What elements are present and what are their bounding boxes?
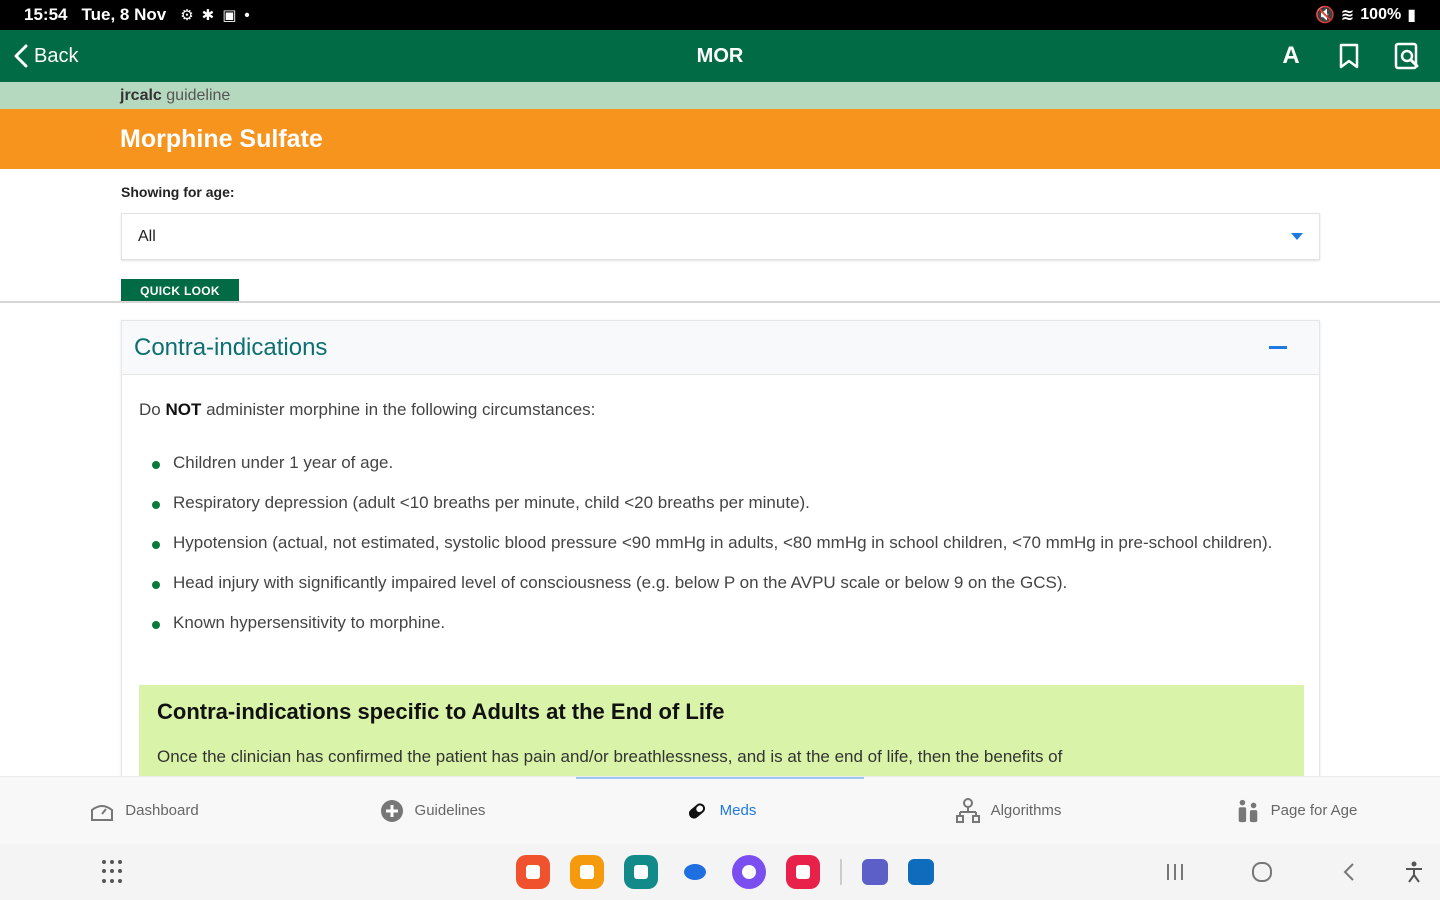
font-size-icon: A xyxy=(1282,42,1300,69)
age-select[interactable]: All xyxy=(121,213,1320,260)
nav-algorithms-label: Algorithms xyxy=(990,802,1062,819)
recent-apps-button[interactable] xyxy=(1160,856,1190,888)
contra-list: Children under 1 year of age. Respirator… xyxy=(139,449,1302,637)
app-red-icon[interactable] xyxy=(516,855,550,889)
battery-icon: ▮ xyxy=(1407,7,1416,24)
source-label: guideline xyxy=(166,86,231,104)
dock-apps xyxy=(516,855,954,889)
android-dock xyxy=(0,844,1440,900)
guideline-source: jrcalc guideline xyxy=(0,82,1440,109)
nav-guidelines-label: Guidelines xyxy=(414,802,486,819)
dock-separator xyxy=(840,859,842,885)
settings-icon: ⚙ xyxy=(180,7,194,24)
algorithms-icon xyxy=(955,797,981,824)
guidelines-icon xyxy=(379,798,405,824)
system-back-button[interactable] xyxy=(1334,856,1364,888)
app-drawer-icon[interactable] xyxy=(102,860,126,884)
list-item: Children under 1 year of age. xyxy=(139,449,1302,477)
contra-indications-title: Contra-indications xyxy=(134,333,328,361)
quick-look-tab[interactable]: QUICK LOOK xyxy=(121,279,239,302)
back-label: Back xyxy=(34,44,79,67)
pill-icon xyxy=(684,798,710,824)
wifi-icon: ≋ xyxy=(1340,7,1355,24)
nav-page-for-age[interactable]: Page for Age xyxy=(1152,777,1440,844)
status-date: Tue, 8 Nov xyxy=(81,5,167,24)
drug-name: Morphine Sulfate xyxy=(120,124,323,153)
contra-indications-card: Contra-indications Do NOT administer mor… xyxy=(121,320,1320,780)
home-button[interactable] xyxy=(1247,856,1277,888)
search-document-icon xyxy=(1394,42,1419,70)
age-filter-label: Showing for age: xyxy=(121,184,235,200)
app-purple-icon[interactable] xyxy=(732,855,766,889)
outlook-icon[interactable] xyxy=(908,859,934,885)
contra-indications-header[interactable]: Contra-indications xyxy=(122,321,1319,375)
back-button[interactable]: Back xyxy=(12,30,78,82)
battery-level: 100% xyxy=(1360,6,1402,23)
status-time: 15:54 xyxy=(24,5,68,24)
collapse-icon[interactable] xyxy=(1269,346,1287,349)
contra-indications-body: Do NOT administer morphine in the follow… xyxy=(122,375,1319,637)
nav-guidelines[interactable]: Guidelines xyxy=(288,777,576,844)
nav-dashboard-label: Dashboard xyxy=(125,802,199,819)
dropdown-caret-icon xyxy=(1291,233,1303,240)
page-title: MOR xyxy=(696,44,744,67)
app-teal-icon[interactable] xyxy=(624,855,658,889)
app-orange-icon[interactable] xyxy=(570,855,604,889)
status-bar: 15:54 Tue, 8 Nov ⚙ ✱ ▣ • 🔇 ≋ 100% ▮ xyxy=(0,0,1440,30)
list-item: Hypotension (actual, not estimated, syst… xyxy=(139,529,1302,557)
recent-apps-icon xyxy=(1167,864,1183,880)
chevron-left-icon xyxy=(14,44,28,68)
nav-algorithms[interactable]: Algorithms xyxy=(864,777,1152,844)
list-item: Respiratory depression (adult <10 breath… xyxy=(139,489,1302,517)
quick-look-label: QUICK LOOK xyxy=(140,283,220,298)
bottom-navigation: Dashboard Guidelines Meds Algorithms Pag… xyxy=(0,776,1440,844)
people-icon xyxy=(1235,798,1261,824)
nav-meds[interactable]: Meds xyxy=(576,777,864,844)
status-notification-icons: ⚙ ✱ ▣ • xyxy=(180,6,250,25)
dot-icon: • xyxy=(244,6,250,24)
end-of-life-text: Once the clinician has confirmed the pat… xyxy=(157,747,1063,766)
bluetooth-icon: ✱ xyxy=(201,7,215,24)
nav-dashboard[interactable]: Dashboard xyxy=(0,777,288,844)
list-item: Head injury with significantly impaired … xyxy=(139,569,1302,597)
chevron-left-icon xyxy=(1343,863,1354,881)
search-document-button[interactable] xyxy=(1392,41,1422,71)
section-divider xyxy=(0,301,1440,303)
home-icon xyxy=(1252,862,1272,882)
nav-meds-label: Meds xyxy=(719,802,757,819)
bookmark-icon xyxy=(1339,43,1359,69)
app-chat-icon[interactable] xyxy=(678,855,712,889)
bookmark-button[interactable] xyxy=(1334,41,1364,71)
dashboard-icon xyxy=(89,798,115,824)
nav-page-for-age-label: Page for Age xyxy=(1270,802,1358,819)
sim-icon: ▣ xyxy=(222,7,237,24)
end-of-life-box: Contra-indications specific to Adults at… xyxy=(139,685,1304,779)
teams-icon[interactable] xyxy=(862,859,888,885)
app-bar: Back MOR A xyxy=(0,30,1440,82)
age-select-value: All xyxy=(138,227,156,245)
accessibility-icon xyxy=(1406,861,1422,883)
drug-name-header: Morphine Sulfate xyxy=(0,109,1440,169)
list-item: Known hypersensitivity to morphine. xyxy=(139,609,1302,637)
app-pink-icon[interactable] xyxy=(786,855,820,889)
source-brand: jrcalc xyxy=(120,86,162,104)
end-of-life-title: Contra-indications specific to Adults at… xyxy=(157,699,725,724)
contra-intro: Do NOT administer morphine in the follow… xyxy=(139,400,596,419)
mute-icon: 🔇 xyxy=(1314,7,1335,24)
font-size-button[interactable]: A xyxy=(1276,41,1306,71)
accessibility-button[interactable] xyxy=(1399,856,1429,888)
